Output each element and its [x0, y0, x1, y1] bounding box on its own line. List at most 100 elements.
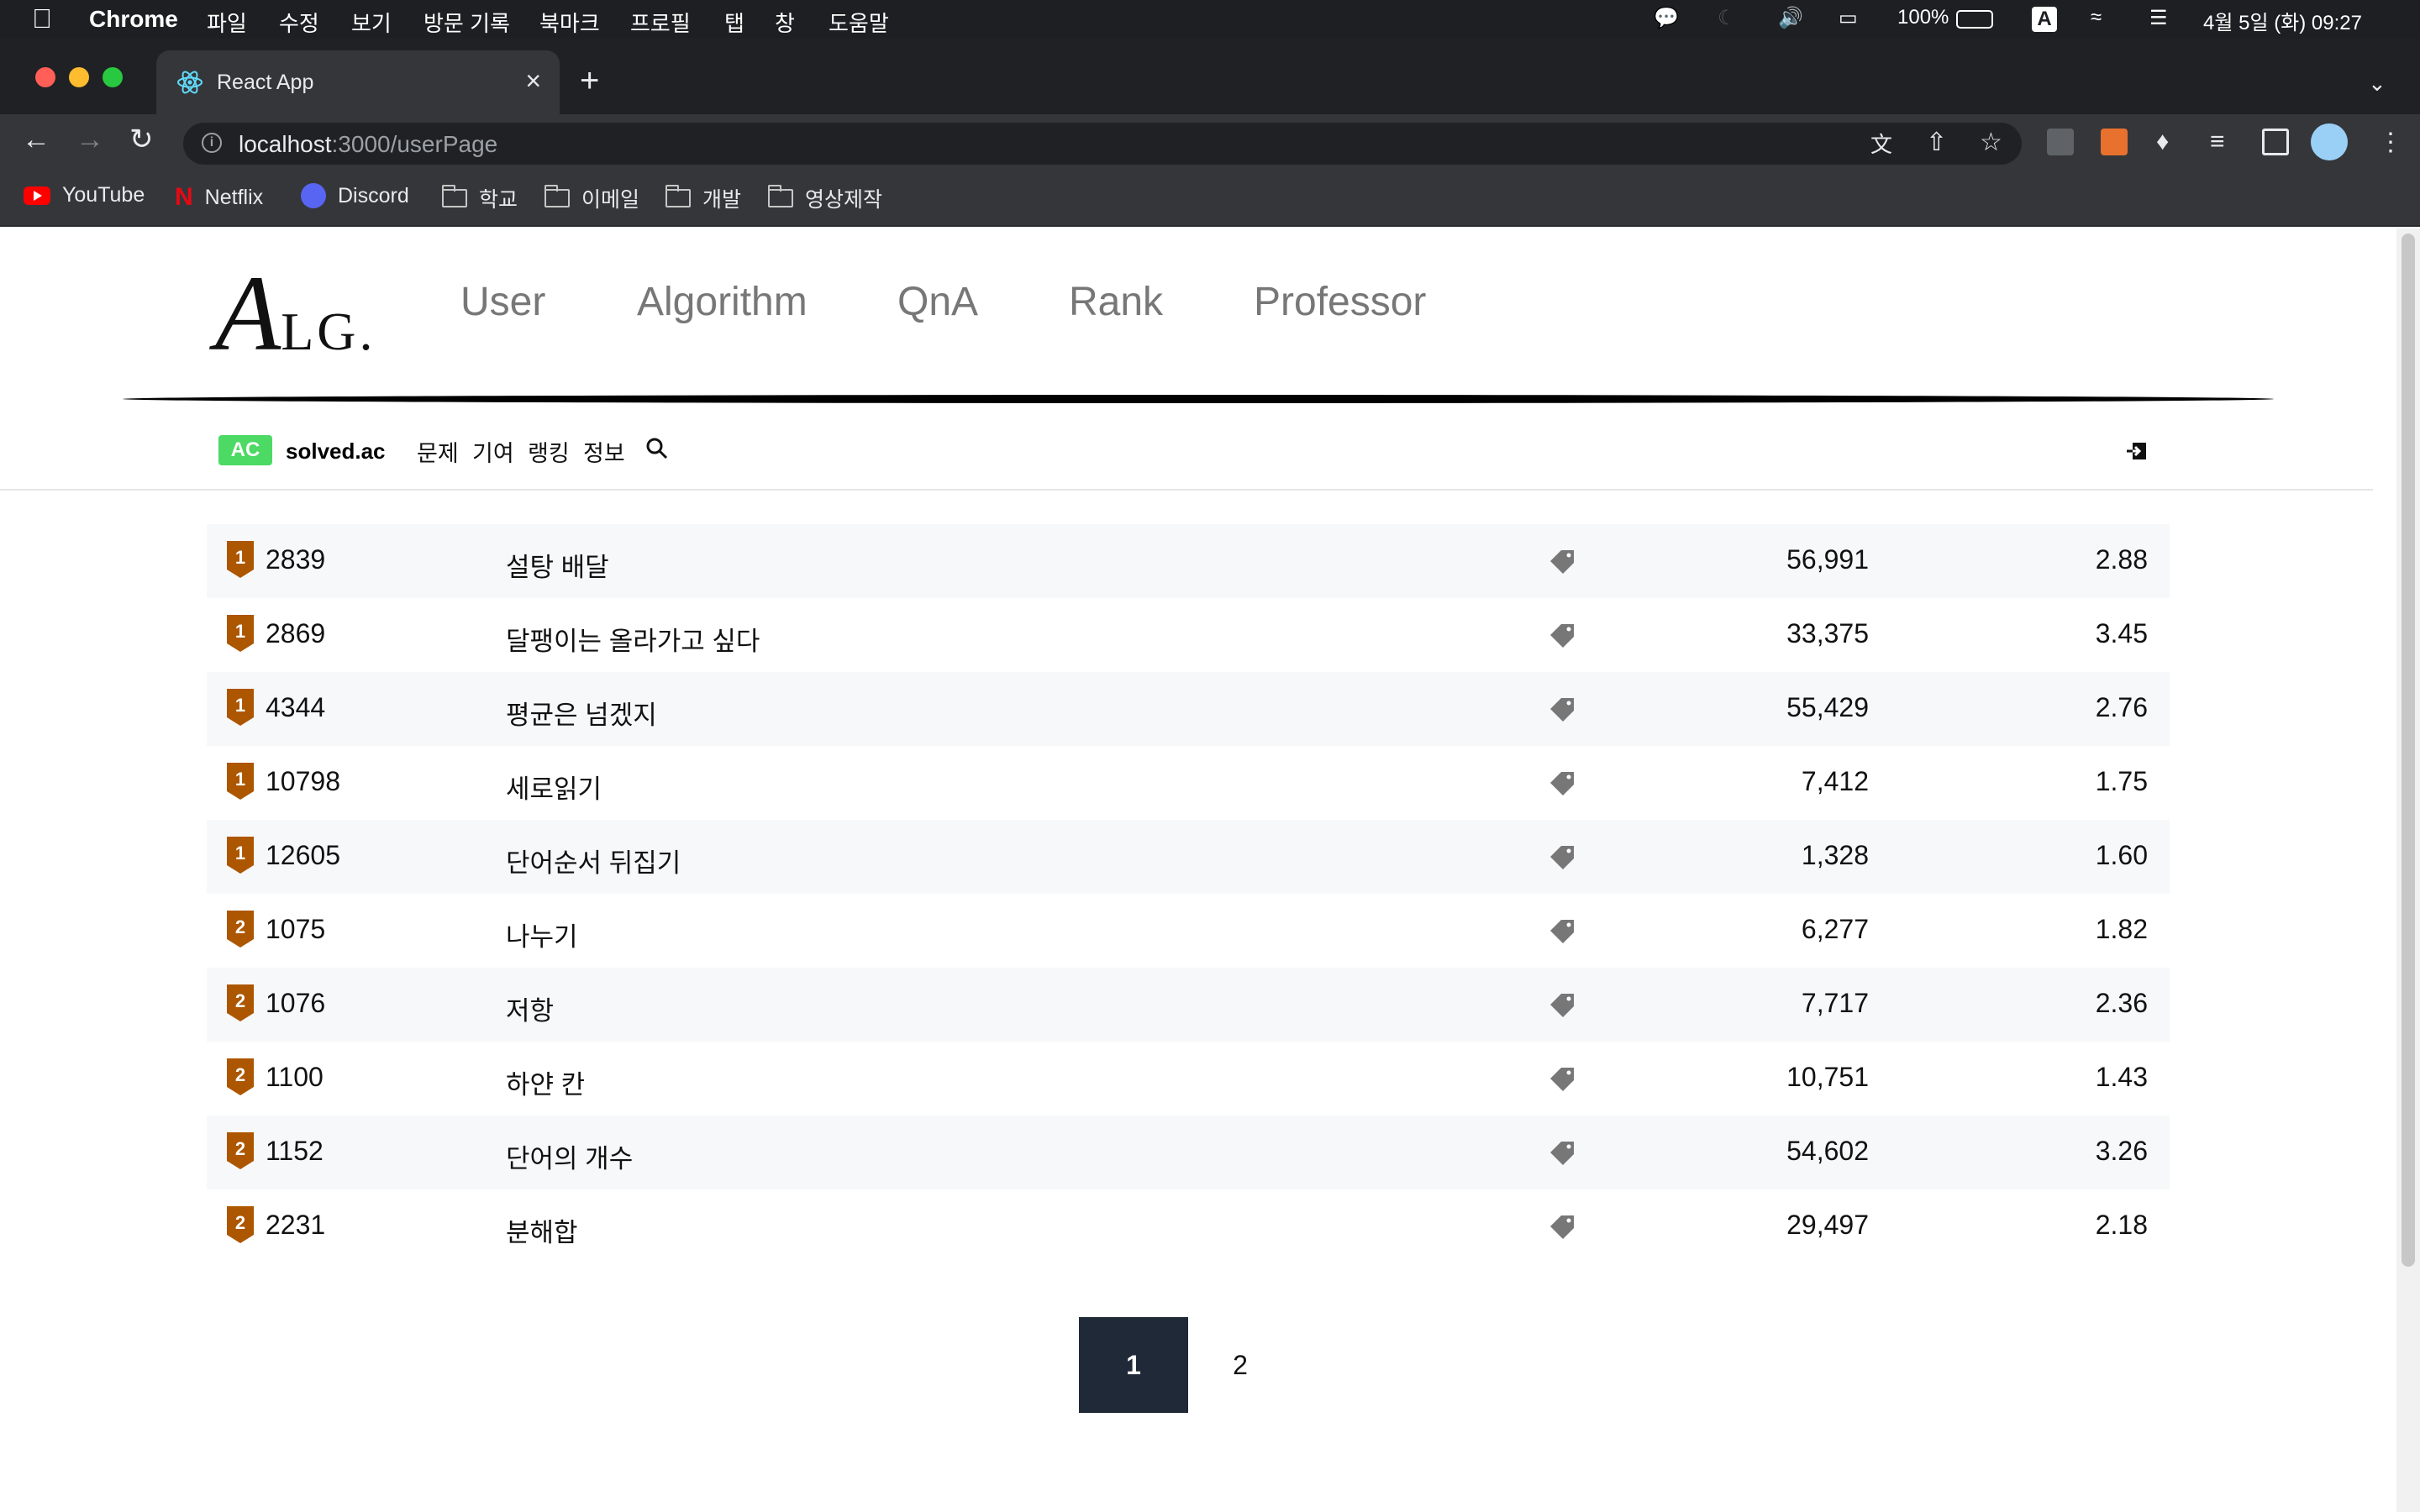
side-panel-icon[interactable] — [2262, 129, 2289, 155]
new-tab-button[interactable]: + — [580, 64, 599, 97]
problem-title[interactable]: 단어의 개수 — [506, 1137, 633, 1175]
nav-rank[interactable]: Rank — [1069, 279, 1163, 325]
bookmark-youtube[interactable]: YouTube — [24, 183, 145, 207]
problem-id[interactable]: 1152 — [266, 1136, 324, 1167]
problem-title[interactable]: 달팽이는 올라가고 싶다 — [506, 620, 760, 658]
table-row[interactable]: 2 1100 하얀 칸 10,751 1.43 — [207, 1042, 2170, 1116]
menu-bookmarks[interactable]: 북마크 — [539, 7, 600, 38]
table-row[interactable]: 2 1075 나누기 6,277 1.82 — [207, 894, 2170, 968]
tag-icon[interactable] — [1549, 1065, 1576, 1092]
menu-view[interactable]: 보기 — [351, 7, 392, 38]
menu-profile[interactable]: 프로필 — [630, 7, 691, 38]
problem-id[interactable]: 12605 — [266, 840, 340, 871]
problem-id[interactable]: 1075 — [266, 914, 325, 945]
nav-user[interactable]: User — [460, 279, 545, 325]
display-icon[interactable]: ▭ — [1839, 6, 1858, 30]
problem-id[interactable]: 1100 — [266, 1062, 324, 1093]
battery-icon[interactable] — [1956, 10, 1993, 29]
apple-menu-icon[interactable]:  — [32, 3, 52, 34]
problem-title[interactable]: 분해합 — [506, 1211, 578, 1249]
extension-ex-icon[interactable] — [2101, 129, 2128, 155]
table-row[interactable]: 1 10798 세로읽기 7,412 1.75 — [207, 746, 2170, 820]
bookmark-folder-video[interactable]: 영상제작 — [768, 183, 882, 213]
search-icon[interactable] — [645, 437, 669, 460]
window-close-button[interactable] — [35, 67, 55, 87]
problem-title[interactable]: 세로읽기 — [506, 768, 602, 806]
forward-arrow-icon[interactable]: → — [76, 123, 104, 156]
share-icon[interactable]: ⇧ — [1926, 128, 1947, 157]
bookmark-netflix[interactable]: N Netflix — [175, 183, 263, 212]
solvedac-logo-text[interactable]: solved.ac — [286, 438, 386, 465]
problem-title[interactable]: 평균은 넘겠지 — [506, 694, 657, 732]
site-info-icon[interactable]: i — [202, 133, 222, 153]
menu-window[interactable]: 창 — [775, 7, 795, 38]
problem-title[interactable]: 단어순서 뒤집기 — [506, 842, 681, 879]
tag-icon[interactable] — [1549, 769, 1576, 796]
wifi-icon[interactable]: ≈ — [2091, 6, 2102, 29]
table-row[interactable]: 2 1076 저항 7,717 2.36 — [207, 968, 2170, 1042]
extension-i-icon[interactable] — [2047, 129, 2074, 155]
menu-help[interactable]: 도움말 — [829, 7, 889, 38]
solvedac-menu-info[interactable]: 정보 — [583, 435, 625, 468]
table-row[interactable]: 1 4344 평균은 넘겠지 55,429 2.76 — [207, 672, 2170, 746]
problem-id[interactable]: 1076 — [266, 988, 325, 1019]
reload-icon[interactable]: ↻ — [129, 123, 154, 156]
problem-title[interactable]: 설탕 배달 — [506, 546, 609, 584]
tag-icon[interactable] — [1549, 1139, 1576, 1166]
window-minimize-button[interactable] — [69, 67, 89, 87]
do-not-disturb-icon[interactable]: ☾ — [1718, 6, 1736, 30]
extensions-puzzle-icon[interactable]: ♦ — [2156, 128, 2169, 156]
address-bar[interactable]: i localhost:3000/userPage — [183, 123, 2022, 165]
nav-qna[interactable]: QnA — [897, 279, 978, 325]
problem-id[interactable]: 2231 — [266, 1210, 325, 1241]
menu-file[interactable]: 파일 — [207, 7, 247, 38]
bookmark-folder-school[interactable]: 학교 — [442, 183, 518, 213]
problem-id[interactable]: 2869 — [266, 618, 325, 649]
tag-icon[interactable] — [1549, 548, 1576, 575]
back-arrow-icon[interactable]: ← — [22, 123, 50, 156]
tab-search-chevron-icon[interactable]: ⌄ — [2368, 71, 2386, 97]
solvedac-menu-ranking[interactable]: 랭킹 — [528, 435, 570, 468]
translate-icon[interactable]: 文 — [1870, 128, 1892, 159]
pagination-page-1[interactable]: 1 — [1079, 1317, 1188, 1413]
profile-avatar[interactable] — [2311, 123, 2348, 160]
menu-history[interactable]: 방문 기록 — [424, 7, 510, 38]
menu-edit[interactable]: 수정 — [279, 7, 319, 38]
page-scrollbar-thumb[interactable] — [2402, 234, 2415, 1267]
menubar-clock[interactable]: 4월 5일 (화) 09:27 — [2203, 6, 2362, 35]
tag-icon[interactable] — [1549, 622, 1576, 648]
input-source-icon[interactable]: A — [2032, 7, 2057, 32]
tag-icon[interactable] — [1549, 1213, 1576, 1240]
tab-close-icon[interactable]: × — [525, 66, 541, 97]
tag-icon[interactable] — [1549, 991, 1576, 1018]
tag-icon[interactable] — [1549, 696, 1576, 722]
browser-tab[interactable]: React App × — [156, 50, 560, 114]
table-row[interactable]: 1 2839 설탕 배달 56,991 2.88 — [207, 524, 2170, 598]
problem-id[interactable]: 4344 — [266, 692, 325, 723]
tag-icon[interactable] — [1549, 843, 1576, 870]
problem-id[interactable]: 10798 — [266, 766, 340, 797]
menu-tab[interactable]: 탭 — [724, 7, 744, 38]
tag-icon[interactable] — [1549, 917, 1576, 944]
pagination-page-2[interactable]: 2 — [1200, 1317, 1281, 1413]
login-icon[interactable] — [2124, 438, 2149, 464]
volume-icon[interactable]: 🔊 — [1778, 6, 1803, 30]
table-row[interactable]: 1 2869 달팽이는 올라가고 싶다 33,375 3.45 — [207, 598, 2170, 672]
table-row[interactable]: 1 12605 단어순서 뒤집기 1,328 1.60 — [207, 820, 2170, 894]
notification-icon[interactable]: 💬 — [1654, 6, 1679, 30]
nav-professor[interactable]: Professor — [1254, 279, 1426, 325]
solvedac-menu-problems[interactable]: 문제 — [417, 435, 459, 468]
reading-list-icon[interactable]: ≡ — [2210, 128, 2225, 156]
chrome-menu-icon[interactable]: ⋮ — [2378, 128, 2403, 157]
url-text[interactable]: localhost:3000/userPage — [239, 131, 497, 158]
site-logo[interactable]: ALG. — [215, 252, 376, 375]
problem-title[interactable]: 저항 — [506, 990, 554, 1027]
bookmark-folder-email[interactable]: 이메일 — [544, 183, 639, 213]
app-menu-chrome[interactable]: Chrome — [89, 6, 178, 33]
problem-title[interactable]: 나누기 — [506, 916, 578, 953]
solvedac-badge[interactable]: AC — [218, 435, 272, 465]
table-row[interactable]: 2 1152 단어의 개수 54,602 3.26 — [207, 1116, 2170, 1189]
nav-algorithm[interactable]: Algorithm — [637, 279, 808, 325]
table-row[interactable]: 2 2231 분해합 29,497 2.18 — [207, 1189, 2170, 1263]
bookmark-folder-dev[interactable]: 개발 — [666, 183, 741, 213]
